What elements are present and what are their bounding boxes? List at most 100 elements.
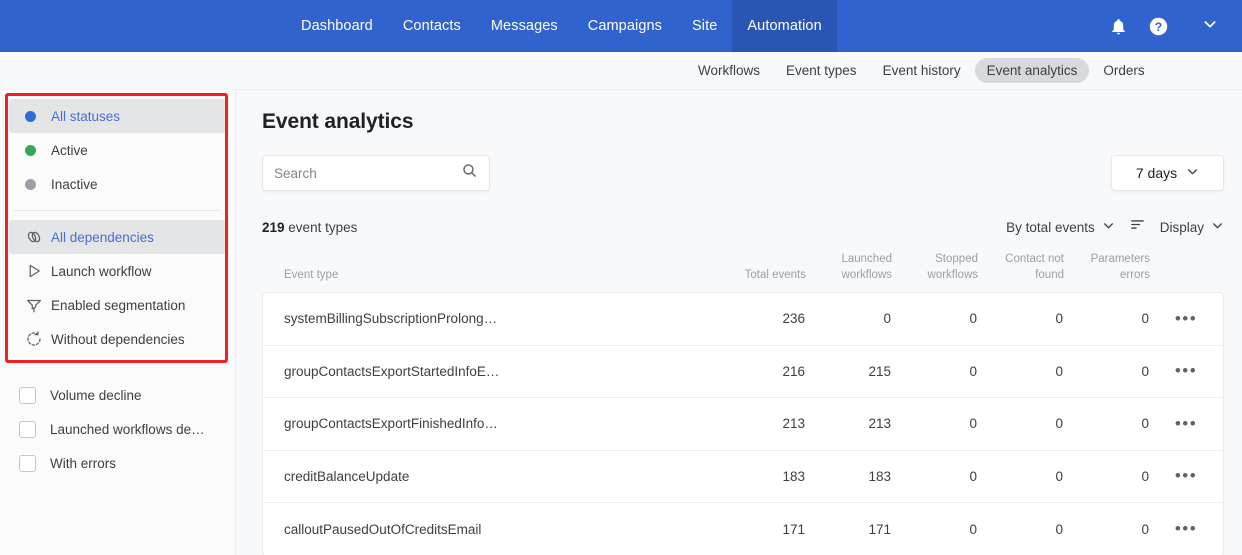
help-icon: ? (1148, 16, 1169, 37)
nav-item-contacts[interactable]: Contacts (388, 0, 476, 52)
sidebar-item-launch-workflow[interactable]: Launch workflow (9, 254, 226, 288)
nav-label: Contacts (402, 18, 461, 34)
row-actions-menu-icon[interactable]: ••• (1149, 519, 1223, 539)
cell-contact-not-found: 0 (1055, 416, 1063, 432)
checkbox-icon[interactable] (19, 386, 36, 404)
sidebar-item-inactive[interactable]: Inactive (9, 167, 226, 201)
secondary-nav: Workflows Event types Event history Even… (0, 52, 1242, 90)
main-content: Event analytics 7 days (236, 90, 1242, 555)
page-title: Event analytics (262, 110, 414, 133)
nav-item-site[interactable]: Site (677, 0, 732, 52)
column-header-contact-not-found[interactable]: Contact not found (978, 252, 1064, 283)
sort-order-button[interactable] (1129, 216, 1146, 238)
row-actions-menu-icon[interactable]: ••• (1149, 361, 1223, 381)
top-bar-actions: ? (1098, 0, 1242, 52)
sidebar-item-active[interactable]: Active (9, 133, 226, 167)
cell-stopped-workflows: 0 (969, 416, 977, 432)
sidebar-item-all-dependencies[interactable]: All dependencies (9, 220, 226, 254)
subnav-item-event-types[interactable]: Event types (774, 58, 869, 83)
subnav-label: Orders (1103, 63, 1145, 78)
sidebar-item-label: Inactive (51, 176, 98, 192)
column-header-event-type[interactable]: Event type (262, 268, 720, 284)
dashed-refresh-icon (25, 330, 51, 348)
status-dot-icon (25, 110, 51, 122)
sidebar-item-enabled-segmentation[interactable]: Enabled segmentation (9, 288, 226, 322)
sidebar-item-label: Launch workflow (51, 263, 152, 279)
nav-label: Messages (490, 18, 558, 34)
account-menu-button[interactable] (1178, 0, 1242, 52)
nav-item-campaigns[interactable]: Campaigns (573, 0, 677, 52)
subnav-label: Event history (882, 63, 961, 78)
checkbox-item-volume-decline[interactable]: Volume decline (0, 378, 235, 412)
cell-event-type: groupContactsExportFinishedInfo… (284, 416, 498, 432)
nav-item-automation[interactable]: Automation (732, 0, 837, 52)
svg-text:?: ? (1154, 19, 1161, 33)
dependency-filter-group: All dependencies Launch workflow Enabled… (0, 220, 235, 356)
table-row[interactable]: groupContactsExportStartedInfoE… 216 215… (263, 346, 1223, 399)
cell-total-events: 216 (782, 363, 805, 379)
checkbox-item-with-errors[interactable]: With errors (0, 446, 235, 480)
subnav-label: Event analytics (986, 63, 1078, 78)
sidebar-item-label: Active (51, 142, 88, 158)
nav-label: Dashboard (301, 18, 373, 34)
checkbox-icon[interactable] (19, 454, 36, 472)
notifications-button[interactable] (1098, 0, 1138, 52)
subnav-label: Event types (786, 63, 857, 78)
search-box[interactable] (262, 155, 490, 191)
top-navigation-bar: Dashboard Contacts Messages Campaigns Si… (0, 0, 1242, 52)
sidebar-item-without-dependencies[interactable]: Without dependencies (9, 322, 226, 356)
display-dropdown[interactable]: Display (1160, 219, 1224, 235)
cell-launched-workflows: 215 (868, 363, 891, 379)
cell-contact-not-found: 0 (1055, 468, 1063, 484)
nav-item-dashboard[interactable]: Dashboard (286, 0, 388, 52)
link-chain-icon (25, 228, 51, 246)
cell-event-type: calloutPausedOutOfCreditsEmail (284, 521, 482, 537)
event-type-count-number: 219 (262, 219, 285, 235)
sidebar-item-all-statuses[interactable]: All statuses (9, 99, 226, 133)
table-row[interactable]: calloutPausedOutOfCreditsEmail 171 171 0… (263, 503, 1223, 555)
checkbox-item-launched-workflows-decline[interactable]: Launched workflows de… (0, 412, 235, 446)
sidebar-divider (14, 210, 221, 211)
event-type-count: 219 event types (262, 220, 357, 235)
row-actions-menu-icon[interactable]: ••• (1149, 309, 1223, 329)
display-label: Display (1159, 219, 1204, 235)
sidebar-item-label: Without dependencies (51, 331, 185, 347)
controls-row: 7 days (262, 155, 1232, 191)
row-actions-menu-icon[interactable]: ••• (1149, 414, 1223, 434)
table-row[interactable]: creditBalanceUpdate 183 183 0 0 0 ••• (263, 451, 1223, 504)
chevron-down-icon (1211, 219, 1224, 235)
column-header-total-events[interactable]: Total events (720, 268, 806, 284)
search-input[interactable] (274, 165, 461, 181)
help-button[interactable]: ? (1138, 0, 1178, 52)
column-header-parameters-errors[interactable]: Parameters errors (1064, 252, 1150, 283)
search-icon[interactable] (461, 162, 478, 184)
table-header: Event type Total events Launched workflo… (262, 238, 1224, 292)
cell-parameters-errors: 0 (1141, 416, 1149, 432)
cell-contact-not-found: 0 (1055, 363, 1063, 379)
extra-filters-group: Volume decline Launched workflows de… Wi… (0, 378, 235, 480)
column-header-stopped-workflows[interactable]: Stopped workflows (892, 252, 978, 283)
sidebar-item-label: Enabled segmentation (51, 297, 186, 313)
cell-parameters-errors: 0 (1141, 311, 1149, 327)
subnav-item-event-history[interactable]: Event history (871, 58, 973, 83)
cell-event-type: groupContactsExportStartedInfoE… (284, 363, 500, 379)
subnav-item-event-analytics[interactable]: Event analytics (974, 58, 1090, 83)
play-triangle-icon (25, 262, 51, 280)
table-row[interactable]: groupContactsExportFinishedInfo… 213 213… (263, 398, 1223, 451)
sort-by-dropdown[interactable]: By total events (1006, 219, 1115, 235)
checkbox-label: With errors (50, 455, 117, 471)
subnav-item-orders[interactable]: Orders (1091, 58, 1156, 83)
cell-parameters-errors: 0 (1141, 363, 1149, 379)
table-row[interactable]: systemBillingSubscriptionProlong… 236 0 … (263, 293, 1223, 346)
funnel-filter-icon (25, 296, 51, 314)
checkbox-icon[interactable] (19, 420, 36, 438)
table-meta-row: 219 event types By total events Display (262, 216, 1232, 238)
checkbox-label: Volume decline (50, 387, 142, 403)
cell-total-events: 171 (782, 521, 805, 537)
column-header-launched-workflows[interactable]: Launched workflows (806, 252, 892, 283)
cell-launched-workflows: 0 (883, 311, 891, 327)
subnav-item-workflows[interactable]: Workflows (686, 58, 772, 83)
date-range-button[interactable]: 7 days (1111, 155, 1224, 191)
row-actions-menu-icon[interactable]: ••• (1149, 466, 1223, 486)
nav-item-messages[interactable]: Messages (476, 0, 573, 52)
